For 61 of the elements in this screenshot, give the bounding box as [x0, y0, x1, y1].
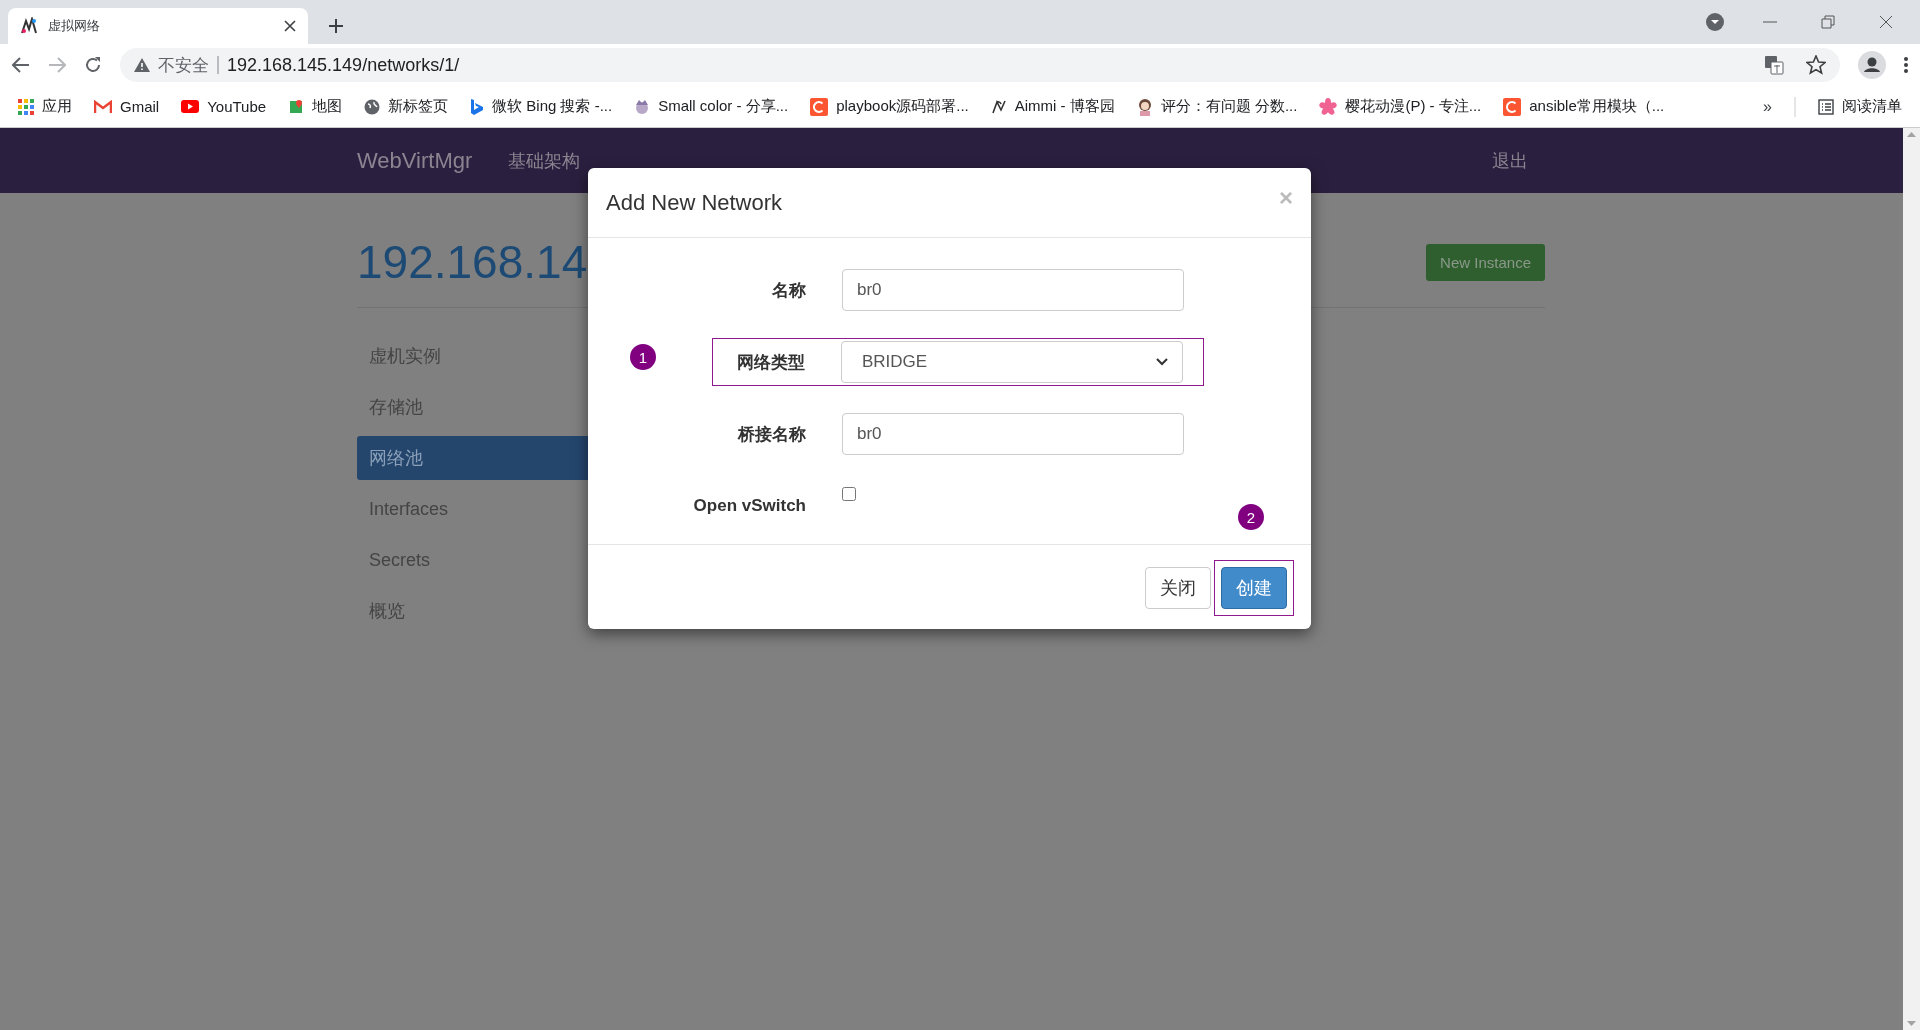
field-label: 桥接名称	[736, 423, 806, 446]
bookmark-link[interactable]: 地图	[288, 97, 343, 116]
address-bar[interactable]: 不安全 192.168.145.149/networks/1/	[120, 48, 1840, 82]
field-label: 网络类型	[736, 351, 805, 374]
text-field[interactable]: br0	[842, 269, 1184, 311]
reload-icon[interactable]	[84, 56, 102, 74]
site-icon	[20, 17, 38, 35]
select-field[interactable]: BRIDGE	[841, 341, 1183, 383]
brand-link[interactable]: WebVirtMgr	[357, 147, 473, 174]
bookmark-link[interactable]: Gmail	[94, 98, 160, 115]
map-pin-icon	[288, 98, 305, 115]
translate-icon[interactable]	[1764, 55, 1784, 75]
bookmark-link[interactable]: Small color - 分享...	[634, 97, 789, 116]
apps-grid-icon	[18, 98, 34, 115]
step-badge: 1	[630, 344, 656, 370]
more-bookmarks-link[interactable]: »	[1763, 97, 1772, 116]
globe-icon	[364, 98, 381, 115]
bookmark-link[interactable]: 新标签页	[364, 97, 449, 116]
text-field[interactable]: br0	[842, 413, 1184, 455]
play-icon	[181, 100, 200, 113]
c-logo-icon	[810, 97, 829, 116]
page-title: 192.168.14	[357, 235, 588, 289]
flower-icon	[1319, 97, 1338, 116]
url-text: 192.168.145.149/networks/1/	[227, 54, 460, 76]
checkbox[interactable]	[842, 487, 856, 501]
bookmark-link[interactable]: playbook源码部署...	[810, 97, 969, 116]
avatar-icon	[1136, 97, 1153, 116]
mail-icon	[94, 99, 112, 114]
cartoon-avatar-icon	[634, 98, 651, 115]
field-label: 名称	[771, 279, 806, 302]
bookmark-link[interactable]: 微软 Bing 搜索 -...	[470, 97, 613, 116]
reading-list-link[interactable]: 阅读清单	[1818, 97, 1902, 116]
step-badge: 2	[1238, 504, 1264, 530]
bookmark-link[interactable]: Aimmi - 博客园	[990, 97, 1115, 116]
pen-icon	[990, 98, 1007, 115]
bookmark-link[interactable]: ansible常用模块（...	[1503, 97, 1665, 116]
separator-icon	[217, 56, 219, 74]
tab-title: 虚拟网络	[48, 17, 101, 35]
close-icon[interactable]	[284, 20, 296, 32]
bookmark-link[interactable]: 评分：有问题 分数...	[1136, 97, 1298, 116]
profile-avatar-icon[interactable]	[1858, 51, 1886, 79]
star-icon[interactable]	[1806, 55, 1826, 75]
bookmark-link[interactable]: YouTube	[181, 98, 267, 115]
warning-icon	[134, 58, 150, 72]
bookmark-link[interactable]: 应用	[18, 97, 72, 116]
list-icon	[1818, 98, 1834, 115]
nav-link[interactable]: 基础架构	[508, 148, 581, 173]
modal-title: Add New Network	[606, 189, 783, 216]
bookmark-link[interactable]: 樱花动漫(P) - 专注...	[1319, 97, 1482, 116]
c-logo-icon	[1503, 97, 1522, 116]
logout-link[interactable]: 退出	[1492, 148, 1528, 173]
create-button[interactable]: 创建	[1221, 567, 1287, 609]
browser-tab[interactable]: 虚拟网络	[8, 8, 308, 44]
field-label: Open vSwitch	[692, 496, 806, 516]
close-button[interactable]: 关闭	[1145, 567, 1211, 609]
back-arrow-icon[interactable]	[12, 56, 30, 74]
tab-search-icon[interactable]	[1706, 13, 1724, 31]
chevron-down-icon	[1156, 358, 1168, 366]
menu-icon[interactable]	[1904, 57, 1908, 73]
b-logo-icon	[470, 98, 485, 115]
security-label: 不安全	[158, 54, 209, 77]
